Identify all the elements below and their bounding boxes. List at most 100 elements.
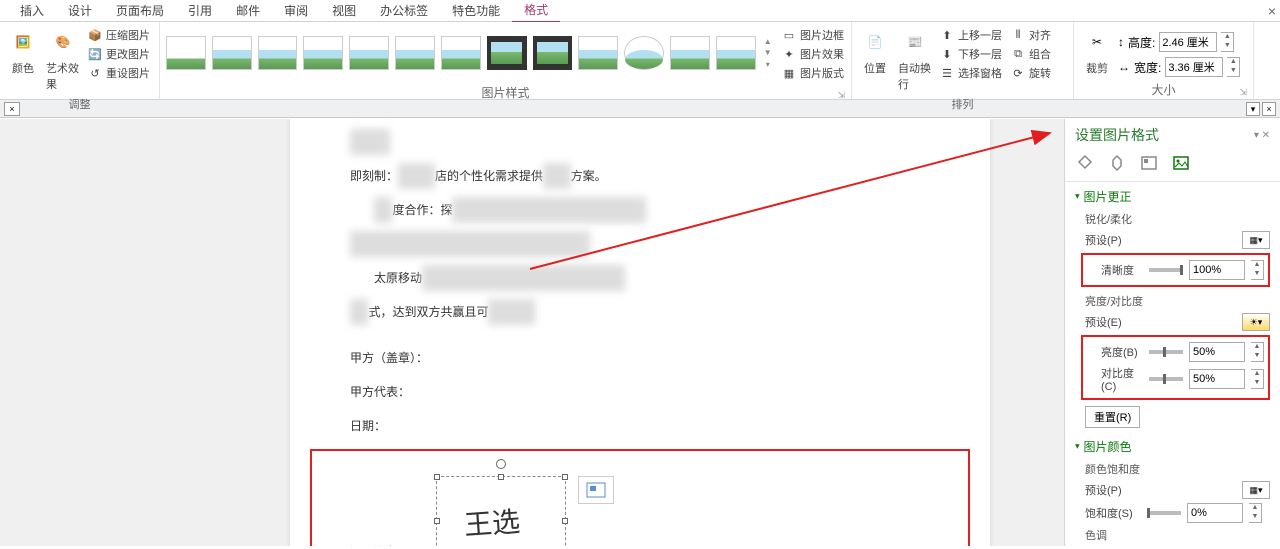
highlight-box: 乙方（盖章）： 王选	[310, 449, 970, 546]
style-thumb[interactable]	[624, 36, 664, 70]
view-close[interactable]: ×	[1262, 102, 1276, 116]
width-icon: ↔	[1118, 60, 1130, 74]
ribbon: 🖼️颜色 🎨艺术效果 📦压缩图片 🔄更改图片 ↺重设图片 调整 ▲▼▾ ▭图片边…	[0, 22, 1280, 100]
spin-up[interactable]: ▲	[1227, 58, 1239, 67]
height-input[interactable]	[1159, 32, 1217, 52]
style-thumb[interactable]	[487, 36, 527, 70]
group-arrange: 📄位置 📰自动换行 ⬆上移一层 ⬇下移一层 ☰选择窗格 ⫴对齐 ⧉组合 ⟳旋转 …	[852, 22, 1074, 99]
panel-menu-icon[interactable]: ▾ ✕	[1254, 130, 1270, 141]
section-title[interactable]: 图片颜色	[1075, 438, 1270, 455]
reset-button[interactable]: 重置(R)	[1085, 406, 1140, 428]
style-gallery-more[interactable]: ▲▼▾	[761, 36, 775, 70]
style-thumb[interactable]	[533, 36, 573, 70]
spin-up[interactable]: ▲	[1251, 261, 1263, 270]
clarity-slider[interactable]	[1149, 268, 1183, 272]
sat-input[interactable]	[1187, 503, 1243, 523]
style-thumb[interactable]	[166, 36, 206, 70]
height-icon: ↕	[1118, 35, 1124, 49]
styles-dialog-launcher[interactable]: ⇲	[837, 90, 845, 101]
format-panel: 设置图片格式 ▾ ✕ 图片更正 锐化/柔化 预设(P)▦▾ 清晰度▲▼ 亮度/对…	[1064, 119, 1280, 546]
tab-office[interactable]: 办公标签	[368, 0, 440, 22]
style-thumb[interactable]	[258, 36, 298, 70]
highlight-bc: 亮度(B)▲▼ 对比度(C)▲▼	[1081, 335, 1270, 400]
pic-layout-button[interactable]: ▦图片版式	[778, 64, 847, 82]
spin-up[interactable]: ▲	[1221, 33, 1233, 42]
style-thumb[interactable]	[349, 36, 389, 70]
pic-border-button[interactable]: ▭图片边框	[778, 26, 847, 44]
selpane-button[interactable]: ☰选择窗格	[936, 64, 1005, 82]
panel-title: 设置图片格式	[1075, 125, 1159, 145]
group-adjust: 🖼️颜色 🎨艺术效果 📦压缩图片 🔄更改图片 ↺重设图片 调整	[0, 22, 160, 99]
align-button[interactable]: ⫴对齐	[1007, 26, 1054, 44]
style-thumb[interactable]	[670, 36, 710, 70]
wrap-button[interactable]: 📰自动换行	[896, 24, 934, 94]
tab-mail[interactable]: 邮件	[224, 0, 272, 22]
width-label: 宽度:	[1134, 59, 1161, 76]
rotate-button[interactable]: ⟳旋转	[1007, 64, 1054, 82]
preset-e-button[interactable]: ☀▾	[1242, 313, 1270, 331]
preset-p-label: 预设(P)	[1085, 232, 1122, 248]
workspace: ▇▇▇ 即刻制：▇▇▇▇店的个性化需求提供▇▇▇方案。 ▇▇度合作：探▇▇▇▇▇…	[0, 119, 1280, 546]
style-thumb[interactable]	[395, 36, 435, 70]
signature-object[interactable]: 王选	[436, 476, 566, 546]
size-dialog-launcher[interactable]: ⇲	[1239, 87, 1247, 98]
doc-text: 即刻制：	[350, 169, 398, 183]
sub-bc: 亮度/对比度	[1085, 293, 1270, 309]
change-button[interactable]: 🔄更改图片	[84, 45, 153, 63]
panel-tab-layout-icon[interactable]	[1139, 153, 1159, 173]
height-label: 高度:	[1128, 34, 1155, 51]
backward-button[interactable]: ⬇下移一层	[936, 45, 1005, 63]
style-thumb[interactable]	[716, 36, 756, 70]
group-button[interactable]: ⧉组合	[1007, 45, 1054, 63]
effects-button[interactable]: 🎨艺术效果	[44, 24, 82, 94]
brightness-input[interactable]	[1189, 342, 1245, 362]
tab-view[interactable]: 视图	[320, 0, 368, 22]
tab-reference[interactable]: 引用	[176, 0, 224, 22]
window-close-icon[interactable]: ×	[1268, 3, 1276, 19]
preset-p-button[interactable]: ▦▾	[1242, 231, 1270, 249]
ribbon-tabs: 插入 设计 页面布局 引用 邮件 审阅 视图 办公标签 特色功能 格式	[0, 0, 1280, 22]
panel-tab-effects-icon[interactable]	[1107, 153, 1127, 173]
sub-sharp: 锐化/柔化	[1085, 211, 1270, 227]
pic-effects-button[interactable]: ✦图片效果	[778, 45, 847, 63]
panel-tab-picture-icon[interactable]	[1171, 153, 1191, 173]
compress-button[interactable]: 📦压缩图片	[84, 26, 153, 44]
section-title[interactable]: 图片更正	[1075, 188, 1270, 205]
section-color: 图片颜色 颜色饱和度 预设(P)▦▾ 饱和度(S)▲▼ 色调	[1065, 432, 1280, 549]
forward-button[interactable]: ⬆上移一层	[936, 26, 1005, 44]
doc-tab-close[interactable]: ×	[4, 102, 20, 116]
reset-button[interactable]: ↺重设图片	[84, 64, 153, 82]
tab-review[interactable]: 审阅	[272, 0, 320, 22]
preset-p2-button[interactable]: ▦▾	[1242, 481, 1270, 499]
clarity-input[interactable]	[1189, 260, 1245, 280]
preset-p2-label: 预设(P)	[1085, 482, 1122, 498]
rep-a: 甲方代表：	[350, 379, 930, 405]
spin-down[interactable]: ▼	[1221, 42, 1233, 51]
sub-sat: 颜色饱和度	[1085, 461, 1270, 477]
contrast-slider[interactable]	[1149, 377, 1183, 381]
sat-slider[interactable]	[1147, 511, 1181, 515]
group-styles: ▲▼▾ ▭图片边框 ✦图片效果 ▦图片版式 图片样式⇲	[160, 22, 852, 99]
spin-down[interactable]: ▼	[1251, 270, 1263, 279]
tab-design[interactable]: 设计	[56, 0, 104, 22]
brightness-slider[interactable]	[1149, 350, 1183, 354]
contrast-input[interactable]	[1189, 369, 1245, 389]
tab-format[interactable]: 格式	[512, 0, 560, 23]
layout-options-icon[interactable]	[578, 476, 614, 504]
date: 日期：	[350, 413, 930, 439]
style-thumb[interactable]	[441, 36, 481, 70]
panel-tab-fill-icon[interactable]	[1075, 153, 1095, 173]
style-thumb[interactable]	[212, 36, 252, 70]
tab-insert[interactable]: 插入	[8, 0, 56, 22]
contrast-label: 对比度(C)	[1101, 365, 1143, 393]
style-thumb[interactable]	[303, 36, 343, 70]
spin-down[interactable]: ▼	[1227, 67, 1239, 76]
tab-special[interactable]: 特色功能	[440, 0, 512, 22]
view-toggle[interactable]: ▾	[1246, 102, 1260, 116]
crop-button[interactable]: ✂裁剪	[1078, 24, 1116, 78]
position-button[interactable]: 📄位置	[856, 24, 894, 78]
color-button[interactable]: 🖼️颜色	[4, 24, 42, 78]
tab-layout[interactable]: 页面布局	[104, 0, 176, 22]
style-thumb[interactable]	[578, 36, 618, 70]
width-input[interactable]	[1165, 57, 1223, 77]
